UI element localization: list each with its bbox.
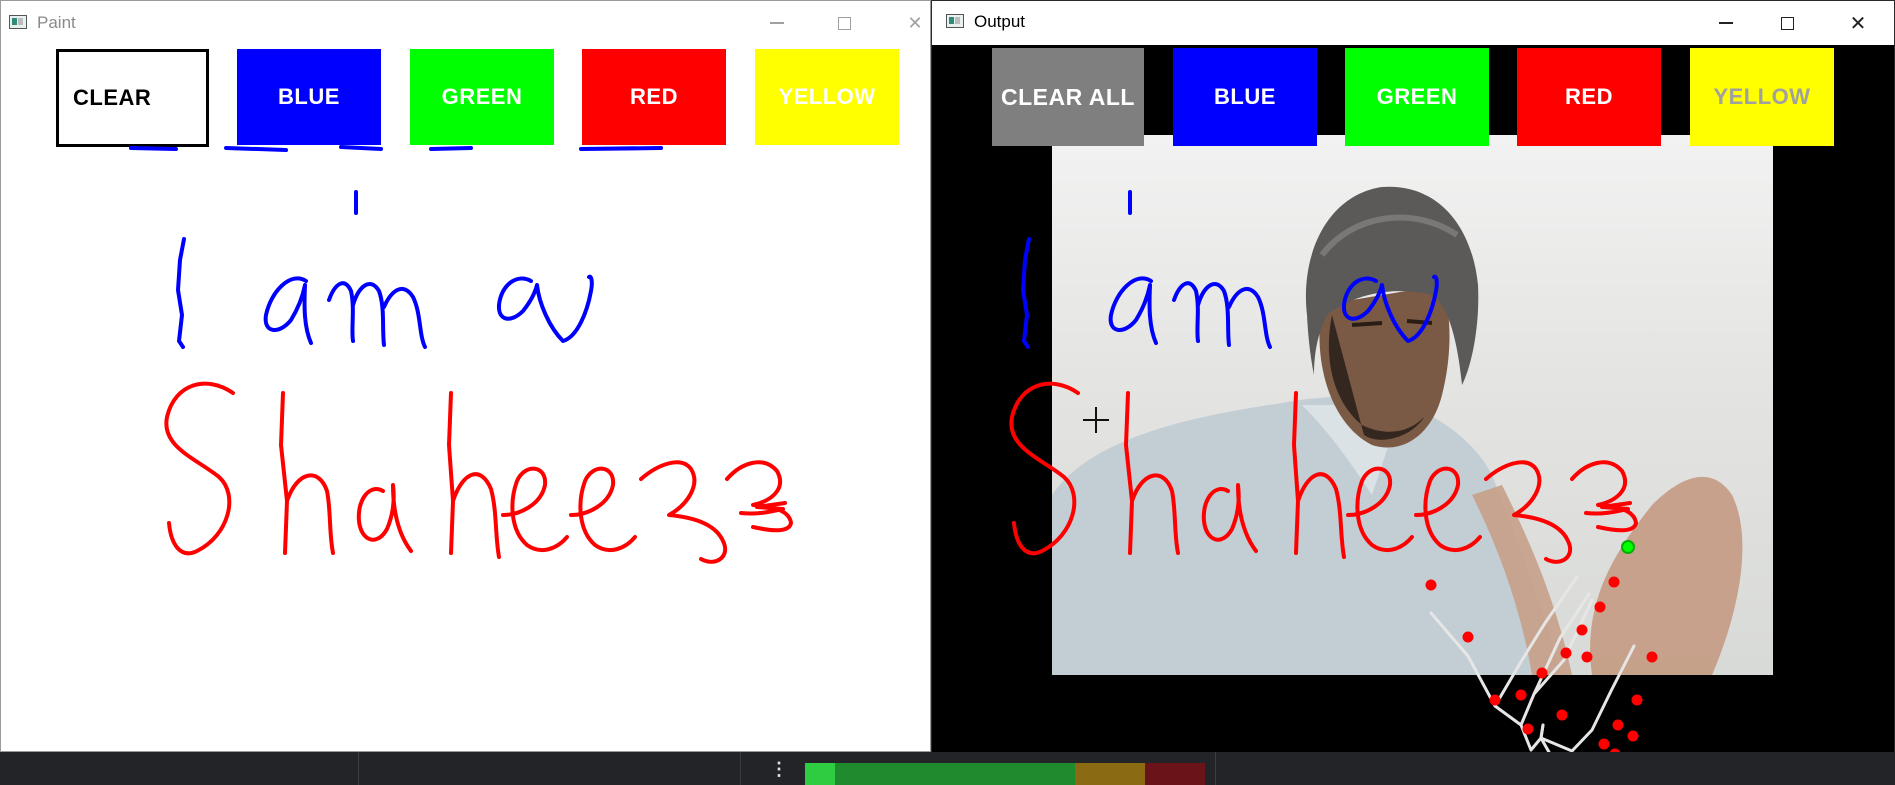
paint-titlebar[interactable]: Paint ✕ [1,1,930,45]
output-titlebar[interactable]: Output ✕ [932,1,1894,45]
level-fill-red [1145,763,1205,785]
minimize-icon[interactable] [1706,9,1746,37]
paint-drawing [129,145,793,564]
output-window: Output ✕ CLEAR ALL BLUE GREEN RED YELLOW [931,0,1895,766]
blue-handwriting-strokes [129,145,663,349]
close-icon[interactable]: ✕ [1838,9,1878,37]
red-handwriting-strokes [164,381,793,564]
paint-window: Paint ✕ CLEAR BLUE GREEN RED YELLOW [0,0,931,752]
level-fill-darkgreen [835,763,1075,785]
output-frame: CLEAR ALL BLUE GREEN RED YELLOW [932,45,1894,765]
window-title: Output [974,12,1026,31]
window-title: Paint [37,13,76,32]
level-fill-green [805,763,835,785]
opencv-window-icon [9,15,27,29]
more-options-icon[interactable]: ⋮ [770,760,788,778]
taskbar-segment [358,752,359,785]
maximize-icon[interactable] [1767,9,1807,37]
opencv-window-icon [946,14,964,28]
maximize-icon[interactable] [824,9,864,37]
taskbar-segment [740,752,741,785]
paint-canvas[interactable]: CLEAR BLUE GREEN RED YELLOW [1,45,930,751]
blue-handwriting-strokes [1021,190,1439,349]
close-icon[interactable]: ✕ [895,9,930,37]
audio-level-meter [805,763,1205,785]
taskbar-segment [1215,752,1216,785]
level-fill-amber [1075,763,1145,785]
minimize-icon[interactable] [757,9,797,37]
crosshair-cursor-icon [1083,407,1109,433]
output-drawing [1009,190,1658,765]
index-fingertip-point [1621,540,1635,554]
